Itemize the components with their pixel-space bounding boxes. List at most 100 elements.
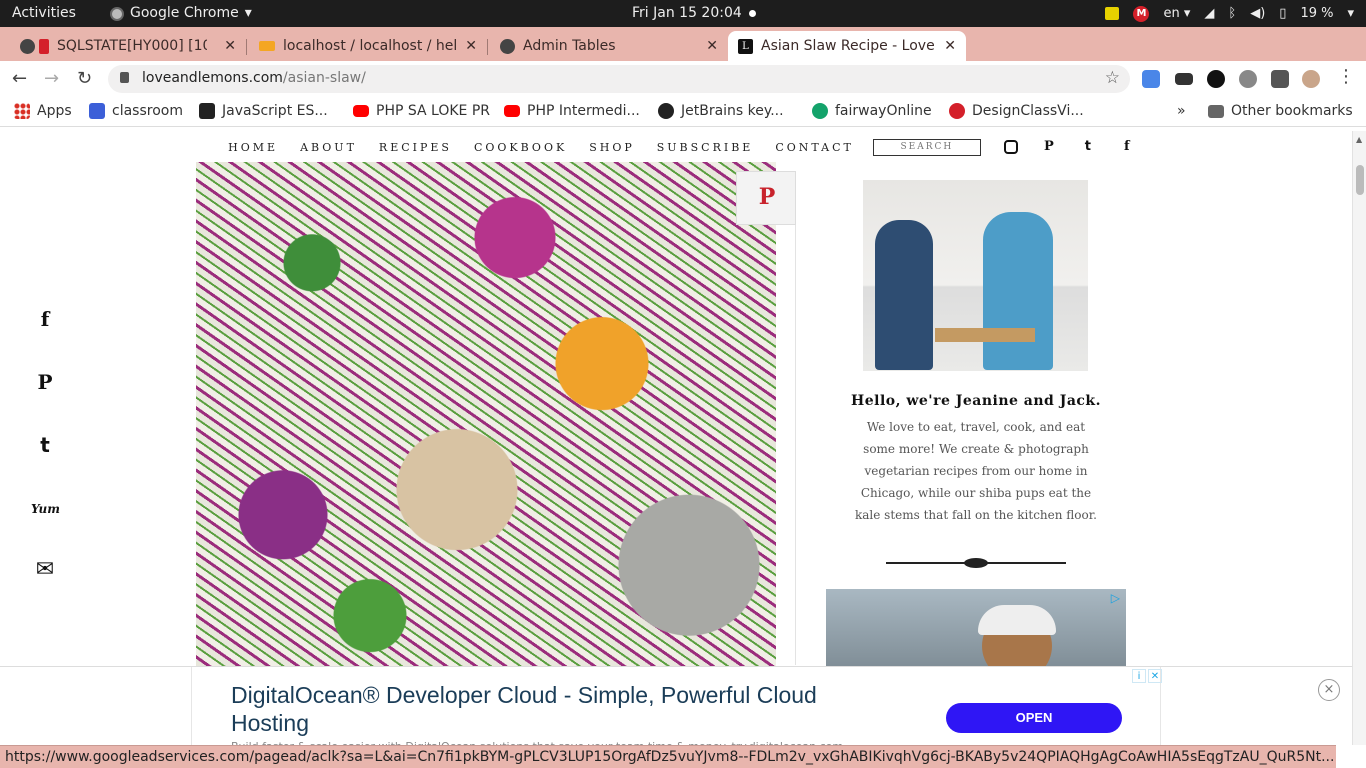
bookmark-fairwayonline[interactable]: fairwayOnline xyxy=(812,103,932,119)
facebook-icon[interactable]: f xyxy=(1119,139,1135,155)
notification-dot-icon xyxy=(749,10,756,17)
bookmarks-overflow-button[interactable]: » xyxy=(1177,103,1186,119)
bookmark-php-sa-loke[interactable]: PHP SA LOKE PR xyxy=(353,103,490,119)
close-icon[interactable]: ✕ xyxy=(1148,669,1162,683)
facebook-icon: f xyxy=(40,307,50,331)
tab-title: localhost / localhost / hel xyxy=(283,38,458,54)
person-figure xyxy=(875,220,933,370)
extension-icon[interactable] xyxy=(1239,70,1257,88)
tab-title: Asian Slaw Recipe - Love a xyxy=(761,38,936,54)
avatar[interactable] xyxy=(1302,70,1320,88)
adchoices-icon[interactable]: ▷ xyxy=(1111,591,1120,605)
nav-shop[interactable]: SHOP xyxy=(589,141,635,154)
person-figure xyxy=(983,212,1053,370)
other-bookmarks[interactable]: Other bookmarks xyxy=(1208,103,1353,119)
yummly-icon: Yum xyxy=(31,502,60,516)
share-pinterest-button[interactable]: P xyxy=(31,368,59,396)
youtube-icon xyxy=(353,105,369,117)
page-scrollbar[interactable]: ▲ xyxy=(1352,131,1366,745)
chat-icon xyxy=(812,103,828,119)
url-path: /asian-slaw/ xyxy=(282,70,366,86)
ad-open-button[interactable]: OPEN xyxy=(946,703,1122,733)
pinterest-icon[interactable]: P xyxy=(1041,139,1057,155)
scroll-up-icon[interactable]: ▲ xyxy=(1356,135,1362,144)
javascript-icon xyxy=(199,103,215,119)
scrollbar-thumb[interactable] xyxy=(1356,165,1364,195)
battery-icon: ▯ xyxy=(1279,6,1287,21)
close-tab-icon[interactable]: ✕ xyxy=(465,38,477,54)
bookmark-star-icon[interactable]: ☆ xyxy=(1105,68,1120,88)
cutting-board xyxy=(935,328,1035,342)
tab-admin-tables[interactable]: Admin Tables ✕ xyxy=(488,31,728,61)
zotero-icon[interactable] xyxy=(1207,70,1225,88)
error-icon xyxy=(39,38,49,54)
search-input[interactable]: SEARCH xyxy=(872,138,981,156)
close-tab-icon[interactable]: ✕ xyxy=(224,38,236,54)
app-menu[interactable]: Google Chrome ▾ xyxy=(110,0,252,27)
instagram-icon[interactable] xyxy=(1003,140,1018,154)
chrome-icon xyxy=(110,6,124,21)
close-ad-button[interactable]: × xyxy=(1318,679,1340,701)
nav-recipes[interactable]: RECIPES xyxy=(379,141,452,154)
address-bar[interactable]: loveandlemons.com/asian-slaw/ ☆ xyxy=(108,65,1130,93)
share-yummly-button[interactable]: Yum xyxy=(31,495,60,523)
mail-indicator-icon[interactable]: M xyxy=(1133,5,1150,22)
tab-sqlstate[interactable]: SQLSTATE[HY000] [10 ✕ xyxy=(0,31,246,61)
close-tab-icon[interactable]: ✕ xyxy=(944,38,956,54)
share-twitter-button[interactable]: t xyxy=(31,431,59,459)
bookmark-label: fairwayOnline xyxy=(835,103,932,119)
bookmark-label: DesignClassVi... xyxy=(972,103,1084,119)
ad-box[interactable]: DigitalOcean® Developer Cloud - Simple, … xyxy=(191,667,1162,753)
nav-contact[interactable]: CONTACT xyxy=(775,141,854,154)
keyboard-icon[interactable] xyxy=(1175,73,1193,85)
tab-asian-slaw[interactable]: L Asian Slaw Recipe - Love a ✕ xyxy=(728,31,966,61)
lock-icon[interactable] xyxy=(120,72,129,83)
about-heading: Hello, we're Jeanine and Jack. xyxy=(850,393,1102,409)
bookmark-php-intermediate[interactable]: PHP Intermedi... xyxy=(504,103,640,119)
share-email-button[interactable]: ✉ xyxy=(31,556,59,584)
bookmark-classroom[interactable]: classroom xyxy=(89,103,183,119)
globe-icon xyxy=(20,38,35,54)
clock[interactable]: Fri Jan 15 20:04 xyxy=(632,0,742,27)
about-photo xyxy=(863,180,1088,371)
bookmark-javascript[interactable]: JavaScript ES... xyxy=(199,103,328,119)
volume-icon: ◀) xyxy=(1250,6,1266,21)
wifi-icon: ◢ xyxy=(1204,6,1215,21)
ad-title[interactable]: DigitalOcean® Developer Cloud - Simple, … xyxy=(231,681,891,737)
info-icon[interactable]: i xyxy=(1132,669,1146,683)
nav-home[interactable]: HOME xyxy=(228,141,278,154)
apps-grid-icon xyxy=(14,103,30,119)
notes-icon[interactable] xyxy=(1105,7,1120,20)
bookmark-label: JetBrains key... xyxy=(681,103,784,119)
adchoices[interactable]: i ✕ xyxy=(1132,669,1162,683)
power-menu-icon[interactable]: ▾ xyxy=(1347,0,1354,27)
puzzle-icon[interactable] xyxy=(1271,70,1289,88)
nav-about[interactable]: ABOUT xyxy=(300,141,357,154)
more-menu-icon[interactable]: ⋮ xyxy=(1337,66,1355,87)
language-indicator[interactable]: en ▾ xyxy=(1163,0,1190,27)
back-icon[interactable]: ← xyxy=(12,68,27,89)
reload-icon[interactable]: ↻ xyxy=(77,68,92,89)
bookmark-label: classroom xyxy=(112,103,183,119)
bookmark-designclass[interactable]: DesignClassVi... xyxy=(949,103,1084,119)
sidebar-ad[interactable]: ▷ xyxy=(826,589,1126,669)
activities-button[interactable]: Activities xyxy=(12,0,76,27)
pin-it-button[interactable]: P xyxy=(736,171,796,225)
system-top-bar: Activities Google Chrome ▾ Fri Jan 15 20… xyxy=(0,0,1366,27)
url-text[interactable]: loveandlemons.com/asian-slaw/ xyxy=(142,70,366,86)
bookmark-jetbrains[interactable]: JetBrains key... xyxy=(658,103,784,119)
github-icon xyxy=(658,103,674,119)
twitter-icon[interactable]: t xyxy=(1080,139,1096,155)
share-facebook-button[interactable]: f xyxy=(31,305,59,333)
forward-icon[interactable]: → xyxy=(44,68,59,89)
phpmyadmin-icon xyxy=(259,41,275,51)
nav-cookbook[interactable]: COOKBOOK xyxy=(474,141,567,154)
system-tray[interactable]: M en ▾ ◢ ᛒ ◀) ▯ 19 % ▾ xyxy=(1105,0,1354,27)
nav-subscribe[interactable]: SUBSCRIBE xyxy=(657,141,754,154)
close-tab-icon[interactable]: ✕ xyxy=(706,38,718,54)
globe-icon xyxy=(500,38,515,54)
google-translate-icon[interactable] xyxy=(1142,70,1160,88)
tab-phpmyadmin[interactable]: localhost / localhost / hel ✕ xyxy=(247,31,487,61)
tab-title: SQLSTATE[HY000] [10 xyxy=(57,38,207,54)
bookmark-apps[interactable]: Apps xyxy=(14,103,72,119)
